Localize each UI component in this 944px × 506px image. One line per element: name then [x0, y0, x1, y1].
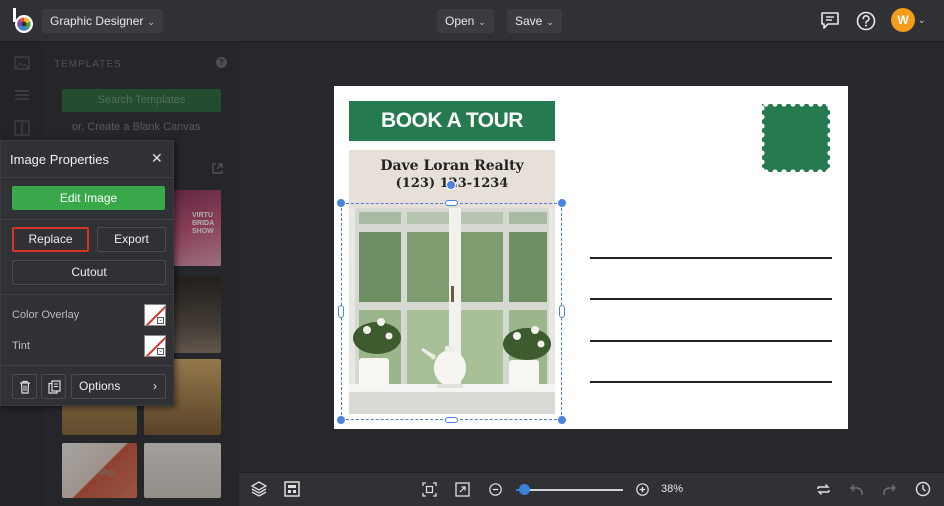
save-menu-button[interactable]: Save ⌄	[507, 9, 562, 33]
edit-image-button[interactable]: Edit Image	[12, 186, 165, 210]
workspace-label: Graphic Designer	[50, 14, 144, 28]
resize-handle-left[interactable]	[338, 305, 344, 318]
address-line[interactable]	[590, 298, 832, 300]
rotate-handle[interactable]	[446, 180, 456, 190]
divider	[1, 365, 173, 366]
divider	[1, 177, 173, 178]
resize-handle-bottom[interactable]	[445, 417, 458, 423]
workspace-dropdown[interactable]: Graphic Designer ⌄	[42, 9, 163, 33]
cutout-button[interactable]: Cutout	[12, 260, 166, 285]
selection-box	[341, 203, 562, 420]
chevron-right-icon: ›	[153, 379, 157, 393]
duplicate-button[interactable]	[41, 374, 66, 399]
divider	[1, 219, 173, 220]
duplicate-icon	[48, 380, 61, 394]
resize-handle-top-right[interactable]	[557, 198, 567, 208]
redo-icon[interactable]	[882, 482, 897, 497]
dropdown-icon: ⌄	[157, 317, 164, 324]
swap-icon[interactable]	[816, 482, 831, 497]
open-menu-button[interactable]: Open ⌄	[437, 9, 494, 33]
undo-icon[interactable]	[849, 482, 864, 497]
image-properties-title: Image Properties	[10, 152, 109, 167]
zoom-out-icon[interactable]	[489, 483, 502, 496]
zoom-percent: 38%	[661, 483, 684, 495]
image-properties-panel: Image Properties ✕ Edit Image Replace Ex…	[0, 140, 174, 406]
resize-handle-top[interactable]	[445, 200, 458, 206]
resize-handle-right[interactable]	[559, 305, 565, 318]
befunky-logo-icon[interactable]	[11, 8, 35, 34]
color-overlay-label: Color Overlay	[12, 309, 80, 321]
open-label: Open	[445, 14, 475, 28]
tint-swatch[interactable]: ⌄	[144, 335, 166, 357]
zoom-in-icon[interactable]	[636, 483, 649, 496]
close-icon[interactable]: ✕	[151, 150, 163, 167]
feedback-icon[interactable]	[820, 11, 840, 30]
zoom-slider-track[interactable]	[516, 489, 623, 491]
banner-text[interactable]: BOOK A TOUR TODAY	[349, 101, 555, 172]
color-overlay-swatch[interactable]: ⌄	[144, 304, 166, 326]
resize-handle-top-left[interactable]	[336, 198, 346, 208]
address-line[interactable]	[590, 257, 832, 259]
history-icon[interactable]	[915, 481, 931, 497]
chevron-down-icon: ⌄	[147, 17, 155, 27]
replace-button[interactable]: Replace	[12, 227, 89, 252]
tint-label: Tint	[12, 340, 30, 352]
top-bar: Graphic Designer ⌄ Open ⌄ Save ⌄ W ⌄	[0, 0, 944, 42]
divider	[1, 294, 173, 295]
chevron-down-icon: ⌄	[478, 17, 486, 27]
options-label: Options	[79, 379, 121, 393]
address-line[interactable]	[590, 340, 832, 342]
expand-icon[interactable]	[455, 482, 470, 497]
layers-icon[interactable]	[251, 481, 267, 497]
resize-handle-bottom-right[interactable]	[557, 415, 567, 425]
address-line[interactable]	[590, 381, 832, 383]
stamp-shape[interactable]	[758, 100, 834, 176]
layout-icon[interactable]	[284, 481, 300, 497]
options-button[interactable]: Options ›	[71, 374, 166, 399]
trash-icon	[20, 380, 30, 394]
save-label: Save	[515, 14, 543, 28]
dropdown-icon: ⌄	[157, 348, 164, 355]
realty-name[interactable]: Dave Loran Realty	[349, 158, 555, 174]
delete-button[interactable]	[12, 374, 37, 399]
chevron-down-icon[interactable]: ⌄	[918, 15, 926, 26]
chevron-down-icon: ⌄	[546, 17, 554, 27]
resize-handle-bottom-left[interactable]	[336, 415, 346, 425]
fit-screen-icon[interactable]	[422, 482, 437, 497]
export-button[interactable]: Export	[97, 227, 166, 252]
zoom-slider-handle[interactable]	[519, 484, 531, 495]
help-icon[interactable]	[856, 11, 876, 31]
user-avatar[interactable]: W	[891, 8, 915, 32]
